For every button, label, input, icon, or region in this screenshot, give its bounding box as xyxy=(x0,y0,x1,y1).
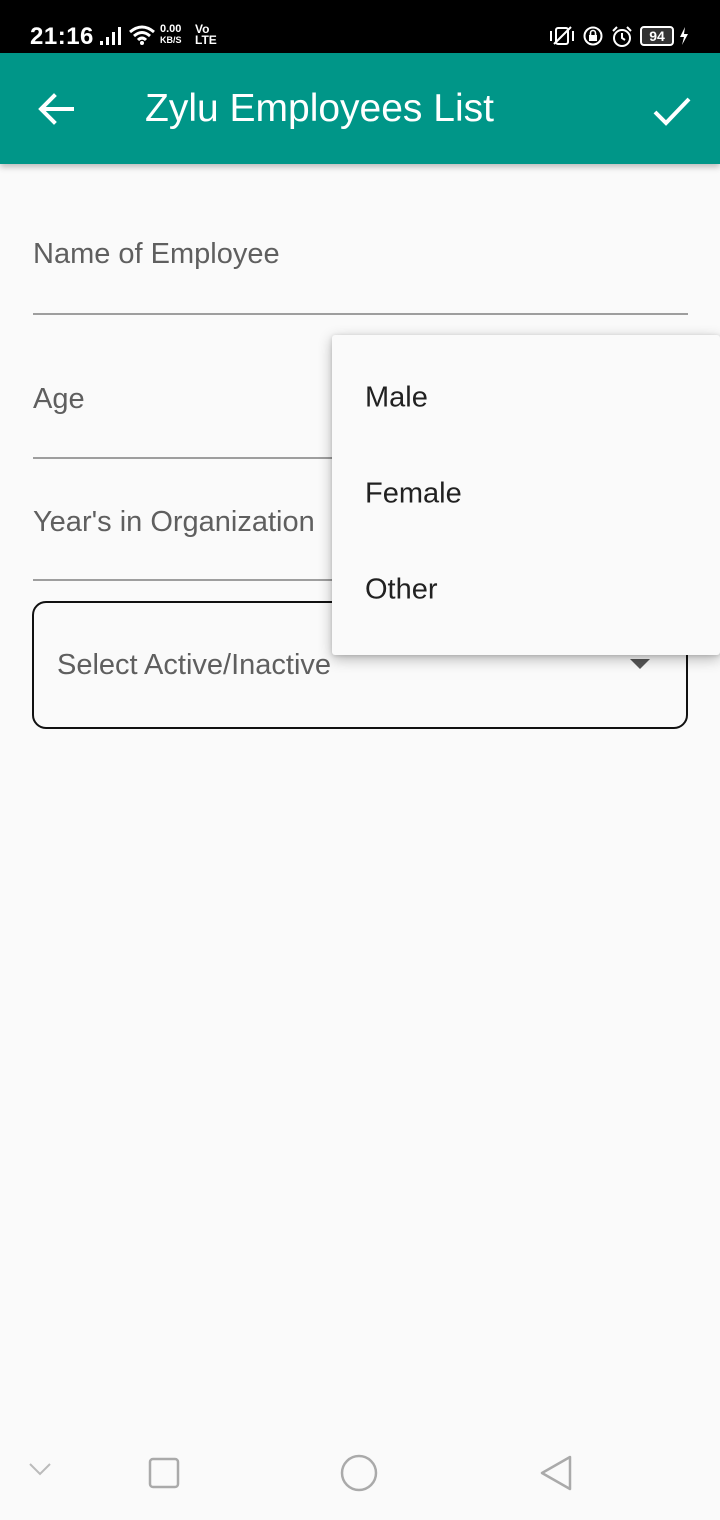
status-select-placeholder: Select Active/Inactive xyxy=(57,649,332,681)
dropdown-arrow-icon xyxy=(630,659,650,669)
network-speed: 0.00 KB/S xyxy=(160,23,182,46)
menu-item-label: Female xyxy=(365,477,462,510)
menu-item-female[interactable]: Female xyxy=(332,447,720,543)
menu-item-label: Male xyxy=(365,381,428,414)
volte-indicator: Vo LTE xyxy=(195,22,217,47)
arrow-left-icon[interactable] xyxy=(36,89,76,129)
employee-name-field[interactable]: Name of Employee xyxy=(33,230,688,320)
menu-item-other[interactable]: Other xyxy=(332,543,720,639)
check-icon[interactable] xyxy=(652,91,692,131)
age-placeholder: Age xyxy=(33,383,85,415)
rotation-lock-icon xyxy=(583,26,603,46)
employee-name-underline xyxy=(33,313,688,315)
vibrate-icon xyxy=(550,26,574,45)
triangle-back-icon[interactable] xyxy=(538,1454,574,1492)
battery-indicator: 94 xyxy=(640,26,674,46)
menu-item-label: Other xyxy=(365,573,438,606)
system-nav-bar xyxy=(0,1424,720,1520)
status-bar: 21:16 0.00 KB/S Vo LTE 94 xyxy=(0,0,720,53)
page-title: Zylu Employees List xyxy=(145,87,494,130)
charging-icon xyxy=(680,27,688,45)
years-placeholder: Year's in Organization xyxy=(33,506,315,538)
menu-item-male[interactable]: Male xyxy=(332,351,720,447)
app-bar: Zylu Employees List xyxy=(0,53,720,164)
square-recent-icon[interactable] xyxy=(148,1457,180,1489)
circle-home-icon[interactable] xyxy=(340,1454,378,1492)
wifi-icon xyxy=(129,25,155,45)
employee-name-placeholder: Name of Employee xyxy=(33,238,280,270)
status-time: 21:16 xyxy=(30,23,94,50)
signal-icon xyxy=(100,27,121,45)
chevron-down-icon[interactable] xyxy=(28,1461,52,1477)
alarm-icon xyxy=(612,26,632,47)
gender-dropdown-menu: Male Female Other xyxy=(332,335,720,655)
